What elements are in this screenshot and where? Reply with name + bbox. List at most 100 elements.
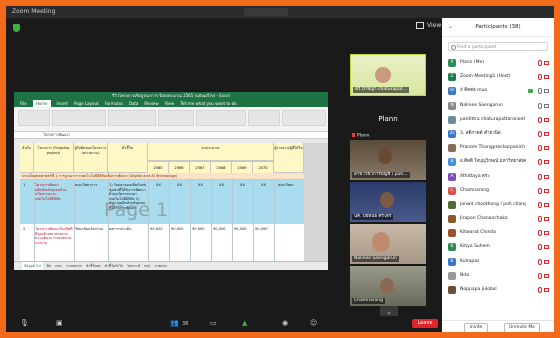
video-tile[interactable]: สาขาวิชาการบัญชี / poh... xyxy=(350,140,426,180)
sheet-tab[interactable]: ภาพรวม xyxy=(154,262,166,270)
excel-tab[interactable]: Insert xyxy=(57,100,68,107)
microphone-icon[interactable] xyxy=(538,102,542,109)
participant-row[interactable]: อ อ.ศิตศิ ใจบุญวิกษณ์ มหาวิทยาลัยศรีฯ xyxy=(442,155,554,169)
video-tile-active-speaker[interactable]: ดร.ป้าชญา chaturapat... xyxy=(350,54,426,96)
participant-search-input[interactable]: Find a participant xyxy=(448,42,548,51)
participant-row[interactable]: Pranom Thangprecharpanich xyxy=(442,141,554,155)
record-icon[interactable]: ◉ xyxy=(282,319,288,327)
alignment-group[interactable] xyxy=(108,110,156,126)
leave-button[interactable]: Leave xyxy=(412,319,438,328)
participant-row[interactable]: Nita xyxy=(442,269,554,283)
styles-group[interactable] xyxy=(196,110,246,126)
muted-microphone-icon[interactable] xyxy=(538,145,542,152)
chevron-down-icon[interactable]: ⌄ xyxy=(448,18,453,36)
muted-microphone-icon[interactable] xyxy=(538,244,542,251)
video-tile[interactable]: Chamnarong xyxy=(350,266,426,306)
video-off-icon[interactable] xyxy=(544,188,549,193)
video-camera-icon[interactable] xyxy=(544,103,549,108)
participant-row[interactable]: 3s 3. สติกาคต์ คำยวนิต xyxy=(442,127,554,141)
cells-group[interactable] xyxy=(248,110,280,126)
participant-row[interactable]: N Nalinee Saengarun xyxy=(442,99,554,113)
video-off-icon[interactable] xyxy=(544,202,549,207)
excel-tab[interactable]: View xyxy=(165,100,175,107)
muted-microphone-icon[interactable] xyxy=(538,130,542,137)
video-tile[interactable]: นศ. ปีย์พันธ์ ศรีไตร xyxy=(350,182,426,222)
muted-microphone-icon[interactable] xyxy=(538,173,542,180)
participant-row[interactable]: Noppapa Julobol xyxy=(442,283,554,297)
participant-row[interactable]: K Kulrapas xyxy=(442,255,554,269)
sheet-tab[interactable]: ระบบตรวจ xyxy=(66,262,82,270)
excel-tab[interactable]: File xyxy=(20,100,27,107)
view-button[interactable]: View xyxy=(416,22,441,29)
participant-name: Pranom Thangprecharpanich xyxy=(460,145,526,151)
muted-microphone-icon[interactable] xyxy=(538,201,542,208)
video-off-icon[interactable] xyxy=(544,131,549,136)
share-screen-icon[interactable]: ▲ xyxy=(242,319,247,327)
muted-microphone-icon[interactable] xyxy=(538,60,542,66)
microphone-icon[interactable]: 🎙 xyxy=(20,319,29,327)
video-off-icon[interactable] xyxy=(544,75,549,80)
participant-row[interactable]: pantittra chaturapattaranont xyxy=(442,113,554,127)
muted-microphone-icon[interactable] xyxy=(538,116,542,123)
participant-row[interactable]: C Chamnarong xyxy=(442,184,554,198)
chat-icon[interactable]: ▭ xyxy=(210,319,217,327)
participant-row[interactable]: K Kitiya Suhem xyxy=(442,240,554,254)
participant-row[interactable]: A Athittaya ตระ xyxy=(442,170,554,184)
excel-tab[interactable]: Tell me what you want to do xyxy=(180,100,236,107)
excel-tab[interactable]: Home xyxy=(32,100,51,107)
sheet-tab[interactable]: สรุป xyxy=(144,262,150,270)
video-off-icon[interactable] xyxy=(544,259,549,264)
participant-row[interactable]: 4s 4 ติดต่อ mua xyxy=(442,84,554,98)
video-off-icon[interactable] xyxy=(544,217,549,222)
microphone-icon[interactable] xyxy=(538,88,542,95)
participant-row[interactable]: Z Zoom Meeting1 (Host) xyxy=(442,70,554,84)
spreadsheet-grid[interactable]: ลำดับ โครงการ (Flagship project) ผู้รับผ… xyxy=(14,143,328,261)
muted-microphone-icon[interactable] xyxy=(538,74,542,81)
participant-row[interactable]: janwit choothong / poh chang xyxy=(442,198,554,212)
editing-group[interactable] xyxy=(282,110,326,126)
font-group[interactable] xyxy=(52,110,106,126)
video-off-icon[interactable] xyxy=(544,146,549,151)
excel-tab[interactable]: Formulas xyxy=(105,100,123,107)
excel-tab[interactable]: Review xyxy=(144,100,158,107)
sheet-tab[interactable]: วิเคราะห์ xyxy=(127,262,140,270)
video-camera-icon[interactable]: ▣ xyxy=(56,319,63,327)
muted-microphone-icon[interactable] xyxy=(538,287,542,293)
sheet-tab[interactable]: ตัวชี้วัดทั่วไป xyxy=(105,262,124,270)
clipboard-group[interactable] xyxy=(18,110,50,126)
muted-microphone-icon[interactable] xyxy=(538,258,542,265)
muted-microphone-icon[interactable] xyxy=(538,230,542,237)
unmute-me-button[interactable]: Unmute Me xyxy=(504,323,540,332)
invite-button[interactable]: Invite xyxy=(464,323,488,332)
formula-bar[interactable]: โครงการพัฒนา xyxy=(14,132,328,139)
video-off-icon[interactable] xyxy=(544,174,549,179)
muted-microphone-icon[interactable] xyxy=(538,216,542,223)
sheet-tab[interactable]: ข้อมูลทั่วไป xyxy=(22,262,43,270)
sheet-tab[interactable]: กณะ xyxy=(55,262,62,270)
muted-microphone-icon[interactable] xyxy=(538,272,542,279)
excel-tab[interactable]: Page Layout xyxy=(74,100,99,107)
video-off-icon[interactable] xyxy=(544,245,549,250)
participant-row[interactable]: P Plann (Me) xyxy=(442,56,554,70)
video-off-icon[interactable] xyxy=(544,231,549,236)
shared-screen[interactable]: รีวิวโครงการเชิงบูรณาการ ปีงบประมาณ 2565… xyxy=(14,92,328,270)
video-tile[interactable]: Nalinee Saengarun xyxy=(350,224,426,264)
excel-tab[interactable]: Data xyxy=(129,100,139,107)
muted-microphone-icon[interactable] xyxy=(538,159,542,166)
security-shield-icon[interactable] xyxy=(13,24,20,32)
video-camera-icon[interactable] xyxy=(544,89,549,94)
participant-row[interactable]: Kitwarat Chinda xyxy=(442,226,554,240)
reactions-icon[interactable]: ☺ xyxy=(310,319,317,327)
muted-microphone-icon[interactable] xyxy=(538,187,542,194)
video-off-icon[interactable] xyxy=(544,160,549,165)
video-off-icon[interactable] xyxy=(544,273,549,278)
participant-name: Noppapa Julobol xyxy=(460,287,497,292)
sheet-tab[interactable]: ตัวชี้วัดผล xyxy=(86,262,101,270)
video-off-icon[interactable] xyxy=(544,288,549,292)
participants-icon[interactable]: 👥 xyxy=(170,319,179,327)
participant-row[interactable]: Jirapon Chananchaka xyxy=(442,212,554,226)
sheet-tab[interactable]: ฟิล xyxy=(47,262,51,270)
video-off-icon[interactable] xyxy=(544,117,549,122)
number-group[interactable] xyxy=(158,110,194,126)
video-off-icon[interactable] xyxy=(544,61,549,65)
